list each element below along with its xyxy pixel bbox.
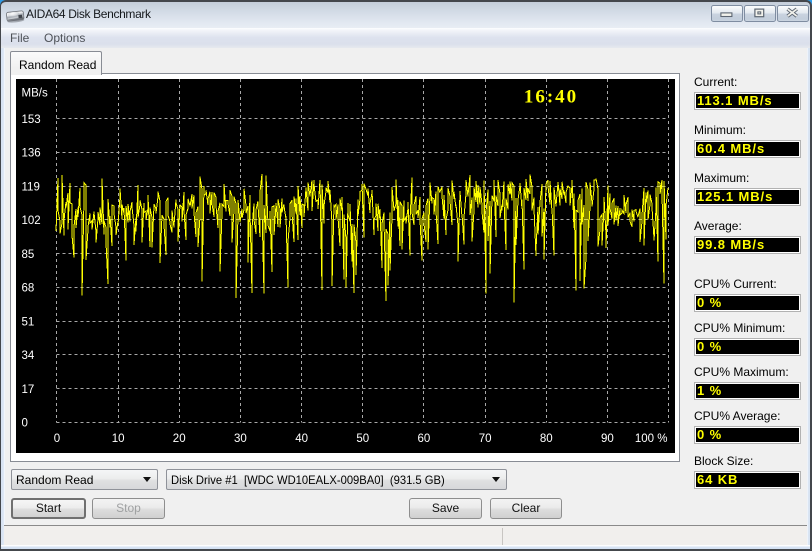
svg-text:50: 50 [356,433,369,445]
svg-text:90: 90 [601,433,614,445]
svg-text:20: 20 [173,433,186,445]
svg-text:40: 40 [295,433,308,445]
svg-text:10: 10 [112,433,125,445]
svg-text:0: 0 [54,433,60,445]
svg-text:136: 136 [22,148,41,160]
svg-text:100 %: 100 % [635,433,668,445]
svg-text:85: 85 [22,249,35,261]
svg-text:16:40: 16:40 [524,87,578,108]
svg-text:70: 70 [479,433,492,445]
svg-text:17: 17 [22,384,35,396]
svg-text:102: 102 [22,215,41,227]
svg-text:51: 51 [22,316,35,328]
svg-text:30: 30 [234,433,247,445]
svg-text:68: 68 [22,283,35,295]
svg-text:80: 80 [540,433,553,445]
svg-text:0: 0 [22,418,28,430]
svg-text:34: 34 [22,350,35,362]
svg-text:153: 153 [22,114,41,126]
svg-text:MB/s: MB/s [22,88,48,100]
svg-text:119: 119 [22,181,40,193]
svg-text:60: 60 [418,433,431,445]
